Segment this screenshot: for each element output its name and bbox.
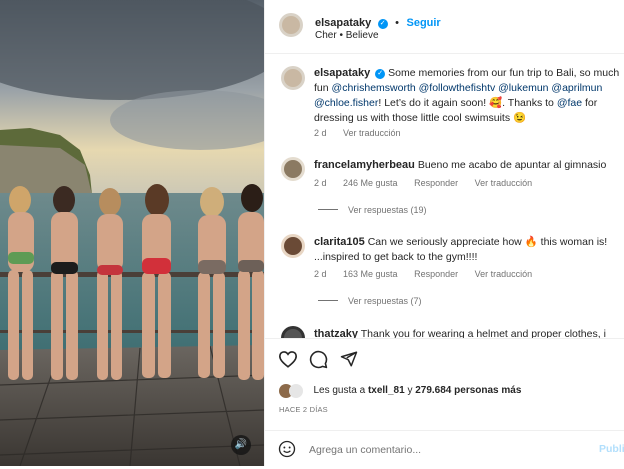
view-replies-button[interactable]: Ver respuestas (7) — [318, 296, 422, 306]
reply-button[interactable]: Responder — [414, 269, 458, 279]
heart-icon[interactable] — [278, 350, 298, 368]
caption-translate[interactable]: Ver traducción — [343, 128, 401, 138]
emoji-icon[interactable] — [278, 440, 296, 458]
comment-body: Can we seriously appreciate how 🔥 this w… — [367, 236, 608, 248]
likes-line: Les gusta a txell_81 y 279.684 personas … — [279, 382, 521, 400]
caption-meta: 2 d Ver traducción — [314, 128, 415, 138]
comment-text: clarita105 Can we seriously appreciate h… — [314, 235, 621, 265]
replies-label: Ver respuestas (7) — [348, 296, 422, 306]
likes-middle: y — [407, 385, 413, 397]
comment-icon[interactable] — [309, 350, 328, 369]
caption-username[interactable]: elsapataky — [314, 67, 370, 79]
verified-icon: ✓ — [377, 19, 388, 29]
comment-meta: 2 d 246 Me gusta Responder Ver traducció… — [314, 178, 546, 188]
likes-count[interactable]: 279.684 personas más — [415, 385, 521, 396]
translate-button[interactable]: Ver traducción — [475, 178, 533, 188]
replies-line — [318, 209, 338, 210]
comment-body-2: ...inspired to get back to the gym!!!! — [314, 251, 478, 263]
comment-likes[interactable]: 246 Me gusta — [343, 178, 398, 188]
comment-time: 2 d — [314, 178, 327, 188]
replies-line — [318, 300, 338, 301]
add-comment-bar: Publicar — [265, 430, 624, 467]
avatar[interactable] — [281, 66, 305, 90]
comment-username[interactable]: francelamyherbeau — [314, 159, 415, 171]
caption-mention-fae[interactable]: @fae — [557, 97, 582, 109]
sound-icon[interactable]: 🔊 — [231, 435, 251, 455]
avatar[interactable] — [281, 157, 305, 181]
replies-label: Ver respuestas (19) — [348, 205, 427, 215]
caption-time: 2 d — [314, 128, 327, 138]
likes-user[interactable]: txell_81 — [368, 385, 405, 396]
post-header: elsapataky ✓ • Seguir Cher • Believe — [265, 0, 624, 54]
avatar[interactable] — [289, 383, 303, 398]
comment-input[interactable] — [307, 440, 551, 460]
likes-prefix: Les gusta a — [313, 385, 366, 397]
verified-icon: ✓ — [375, 69, 386, 79]
post-image[interactable]: 🔊 — [0, 0, 264, 466]
avatar[interactable] — [279, 13, 303, 37]
reply-button[interactable]: Responder — [414, 178, 458, 188]
caption-text-2: ! Let’s do it again soon! 🥰. Thanks to — [378, 97, 554, 109]
caption-mentions[interactable]: @chrishemsworth @followthefishtv @lukemu… — [332, 82, 603, 94]
post-date: HACE 2 DÍAS — [279, 405, 328, 414]
share-icon[interactable] — [340, 350, 358, 368]
dot-separator: • — [395, 17, 400, 29]
likes-text[interactable]: Les gusta a txell_81 y 279.684 personas … — [313, 385, 521, 396]
comment-meta: 2 d 163 Me gusta Responder Ver traducció… — [314, 269, 546, 279]
caption-mention-chloe[interactable]: @chloe.fisher — [314, 97, 378, 109]
caption-text: elsapataky ✓ Some memories from our fun … — [314, 66, 621, 126]
post-button[interactable]: Publicar — [599, 443, 624, 455]
comment-text: francelamyherbeau Bueno me acabo de apun… — [314, 158, 621, 173]
comment-username[interactable]: clarita105 — [314, 236, 365, 248]
post-side-panel: elsapataky ✓ • Seguir Cher • Believe els… — [264, 0, 624, 469]
avatar[interactable] — [281, 234, 305, 258]
follow-button[interactable]: Seguir — [406, 17, 440, 29]
comment-time: 2 d — [314, 269, 327, 279]
header-user-line: elsapataky ✓ • Seguir — [315, 13, 441, 31]
translate-button[interactable]: Ver traducción — [475, 269, 533, 279]
comment-likes[interactable]: 163 Me gusta — [343, 269, 398, 279]
comment-body: Bueno me acabo de apuntar al gimnasio — [417, 159, 607, 171]
view-replies-button[interactable]: Ver respuestas (19) — [318, 205, 427, 215]
audio-label[interactable]: Cher • Believe — [315, 30, 379, 41]
header-username[interactable]: elsapataky — [315, 17, 371, 29]
